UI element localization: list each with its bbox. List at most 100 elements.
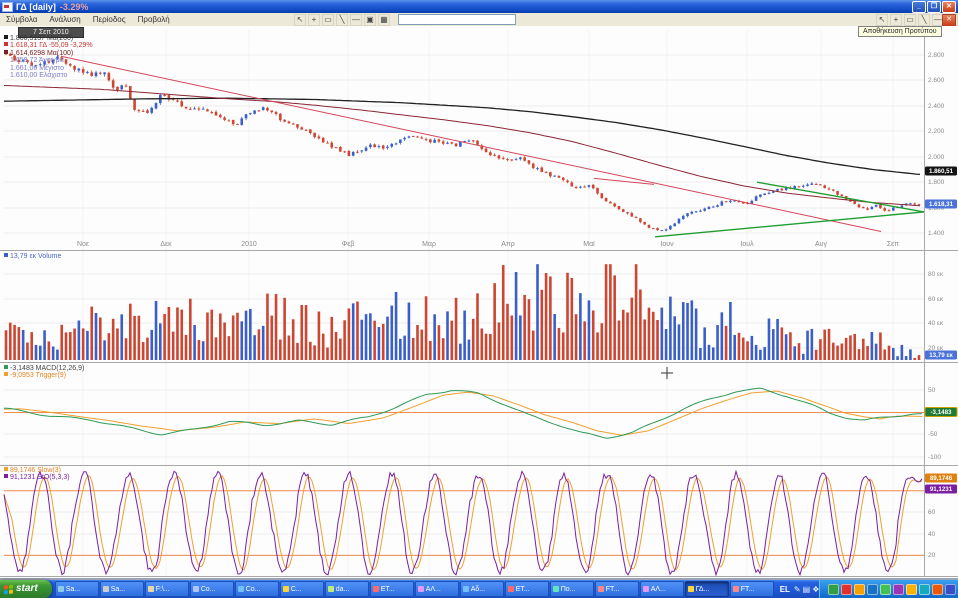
horizontal-line-tool-icon[interactable]: —: [350, 14, 362, 26]
axis-label: 50: [928, 387, 936, 394]
taskbar-button[interactable]: ΑΛ...: [415, 581, 459, 597]
taskbar-button[interactable]: Sa...: [100, 581, 144, 597]
price-legend-line: 1.614,6298 Μα(100): [4, 50, 93, 57]
stoch-legend: 89,1746 Slow(3)91,1231 StO(5,3,3): [4, 467, 70, 482]
taskbar-button[interactable]: da...: [325, 581, 369, 597]
taskbar-button[interactable]: Sa...: [55, 581, 99, 597]
tile-windows-icon[interactable]: ▣: [364, 14, 376, 26]
taskbar-button-icon: [238, 586, 244, 592]
menu-item[interactable]: Προβολή: [132, 15, 176, 24]
window-title: ΓΔ [daily]: [16, 2, 56, 12]
symbol-input[interactable]: [398, 14, 516, 25]
window-title-change: -3.29%: [60, 2, 89, 12]
close-button[interactable]: ✕: [942, 1, 956, 13]
pointer-tool-icon[interactable]: ↖: [876, 14, 888, 26]
legend-marker-icon: [4, 65, 8, 69]
macd-legend-line: -3,1483 MACD(12,26,9): [4, 365, 84, 372]
taskbar-button[interactable]: ET...: [505, 581, 549, 597]
taskbar-button[interactable]: Co...: [235, 581, 279, 597]
taskbar-button[interactable]: ET...: [370, 581, 414, 597]
minimize-button[interactable]: _: [912, 1, 926, 13]
restore-button[interactable]: ❐: [927, 1, 941, 13]
menu-item[interactable]: Περίοδος: [87, 15, 132, 24]
taskbar-button-icon: [418, 586, 424, 592]
axis-label: Μαϊ: [583, 241, 595, 248]
save-template-tooltip: Αποθήκευση Προτύπου: [858, 26, 942, 37]
tray-icon[interactable]: [919, 584, 930, 595]
taskbar-button-icon: [598, 586, 604, 592]
volume-legend-line: 13,79 εκ Volume: [4, 253, 61, 260]
taskbar-button[interactable]: F:\...: [145, 581, 189, 597]
taskbar-button[interactable]: Αδ...: [460, 581, 504, 597]
zoom-box-tool-icon[interactable]: ▭: [904, 14, 916, 26]
axis-label: Σεπ: [887, 241, 899, 248]
legend-marker-icon: [4, 72, 8, 76]
taskbar-button-icon: [328, 586, 334, 592]
taskbar: start Sa...Sa...F:\...Co...Co...C...da..…: [0, 580, 958, 598]
language-indicator[interactable]: EL: [780, 585, 790, 594]
tray-icon[interactable]: [945, 584, 956, 595]
tray-icon[interactable]: [867, 584, 878, 595]
pen-quick-icon[interactable]: ✎: [794, 585, 801, 594]
shield-quick-icon[interactable]: ❖: [812, 585, 819, 594]
taskbar-button-icon: [733, 586, 739, 592]
axis-label: 2.600: [928, 77, 945, 84]
save-chart-icon[interactable]: ▦: [378, 14, 390, 26]
trendline-tool-icon[interactable]: ╲: [336, 14, 348, 26]
taskbar-button[interactable]: ΓΔ...: [685, 581, 729, 597]
taskbar-button-icon: [193, 586, 199, 592]
axis-label: 2010: [241, 241, 257, 248]
legend-marker-icon: [4, 467, 8, 471]
zoom-box-tool-icon[interactable]: ▭: [322, 14, 334, 26]
display-quick-icon[interactable]: ▤: [803, 585, 811, 594]
crosshair-tool-icon[interactable]: +: [308, 14, 320, 26]
taskbar-button[interactable]: ΑΛ...: [640, 581, 684, 597]
quick-icons: ✎▤❖: [794, 585, 819, 594]
legend-marker-icon: [4, 474, 8, 478]
crosshair-tool-icon[interactable]: +: [890, 14, 902, 26]
start-button[interactable]: start: [0, 580, 52, 598]
trendline-tool-icon[interactable]: ╲: [918, 14, 930, 26]
tray-icon[interactable]: [906, 584, 917, 595]
axis-label: 89,1746: [930, 475, 953, 482]
macd-legend: -3,1483 MACD(12,26,9)-9,0953 Trigger(9): [4, 365, 84, 380]
taskbar-button[interactable]: Πο...: [550, 581, 594, 597]
tray-icon[interactable]: [893, 584, 904, 595]
axis-label: Ιουλ: [740, 241, 754, 248]
axis-label: -3,1483: [931, 409, 953, 416]
menu-item[interactable]: Σύμβολα: [0, 15, 43, 24]
axis-label: 2.000: [928, 154, 945, 161]
app-icon: [2, 2, 13, 12]
tray-icon[interactable]: [841, 584, 852, 595]
axis-label: 2.400: [928, 103, 945, 110]
axis-label: 1.400: [928, 230, 945, 237]
taskbar-button[interactable]: C...: [280, 581, 324, 597]
chart-canvas[interactable]: 2.8002.6002.4002.2002.0001.8001.6001.400…: [0, 26, 958, 578]
app-window: ΓΔ [daily] -3.29% _ ❐ ✕ ΣύμβολαΑνάλυσηΠε…: [0, 0, 958, 598]
tray-icon[interactable]: [880, 584, 891, 595]
axis-label: Νοε: [77, 241, 89, 248]
taskbar-button[interactable]: FT...: [595, 581, 639, 597]
tray-icon[interactable]: [932, 584, 943, 595]
tray-icon[interactable]: [828, 584, 839, 595]
taskbar-button[interactable]: Co...: [190, 581, 234, 597]
axis-label: Φεβ: [342, 241, 355, 248]
axis-label: 40 εκ: [928, 320, 944, 327]
taskbar-button-icon: [553, 586, 559, 592]
pointer-tool-icon[interactable]: ↖: [294, 14, 306, 26]
axis-label: 60: [928, 509, 936, 516]
axis-label: -100: [928, 454, 941, 461]
menu-item[interactable]: Ανάλυση: [43, 15, 86, 24]
axis-label: -50: [928, 431, 938, 438]
axis-label: Αυγ: [815, 241, 827, 248]
taskbar-button-icon: [508, 586, 514, 592]
windows-logo-icon: [4, 584, 13, 594]
tray-icon[interactable]: [854, 584, 865, 595]
legend-marker-icon: [4, 365, 8, 369]
stoch-legend-line: 91,1231 StO(5,3,3): [4, 474, 70, 481]
taskbar-button-icon: [283, 586, 289, 592]
taskbar-button-icon: [373, 586, 379, 592]
price-legend-line: 1.618,31 ΓΔ -55,09 -3,29%: [4, 42, 93, 49]
taskbar-button[interactable]: FT...: [730, 581, 774, 597]
system-tray: 05:43: [819, 580, 958, 598]
